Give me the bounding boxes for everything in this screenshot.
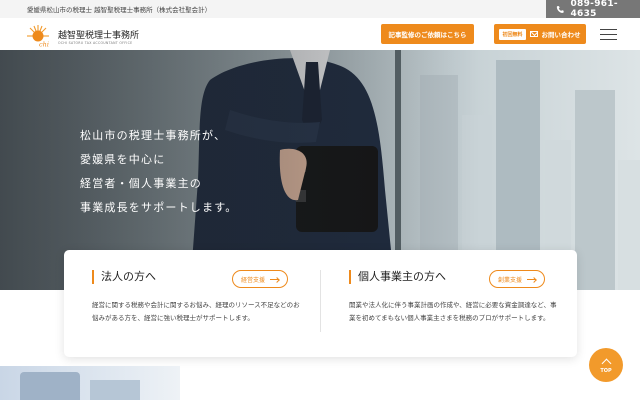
- individual-card-title: 個人事業主の方へ: [349, 270, 446, 284]
- management-support-label: 経営支援: [241, 276, 266, 284]
- corporate-card-title: 法人の方へ: [92, 270, 156, 284]
- service-cards: 法人の方へ 経営支援 経営に関する税務や会計に関するお悩み、経理のリソース不足な…: [64, 250, 577, 357]
- logo-mark-icon: chi: [26, 24, 54, 49]
- hero-line-2: 愛媛県を中心に: [80, 153, 166, 166]
- hero-copy: 松山市の税理士事務所が、 愛媛県を中心に 経営者・個人事業主の 事業成長をサポー…: [80, 124, 238, 220]
- mail-icon: [529, 31, 538, 37]
- logo-title: 越智聖税理士事務所: [58, 30, 140, 41]
- corporate-card-description: 経営に関する税務や会計に関するお悩み、経理のリソース不足などのお悩みがある方を、…: [92, 301, 300, 322]
- startup-support-button[interactable]: 創業支援: [489, 270, 546, 288]
- startup-support-label: 創業支援: [498, 276, 523, 284]
- site-header: chi 越智聖税理士事務所 OCHI SATORU TAX ACCOUNTANT…: [0, 18, 640, 50]
- logo-subtitle: OCHI SATORU TAX ACCOUNTANT OFFICE: [58, 40, 133, 45]
- contact-button[interactable]: 初回無料 お問い合わせ: [494, 24, 586, 44]
- arrow-right-icon: [527, 276, 537, 280]
- site-tagline: 愛媛県松山市の税理士 越智聖税理士事務所（株式会社聖会計）: [27, 6, 212, 14]
- chevron-up-icon: [601, 358, 611, 368]
- individual-card-description: 開業や法人化に伴う事業計画の作成や、経営に必要な資金調達など、事業を初めてまもな…: [349, 301, 557, 322]
- phone-icon: [556, 5, 564, 13]
- phone-number-link[interactable]: 089-961-4635: [546, 0, 640, 19]
- individual-card: 個人事業主の方へ 創業支援 開業や法人化に伴う事業計画の作成や、経営に必要な資金…: [321, 250, 577, 357]
- hamburger-menu-icon[interactable]: [600, 29, 617, 40]
- site-logo[interactable]: chi 越智聖税理士事務所 OCHI SATORU TAX ACCOUNTANT…: [26, 24, 140, 49]
- back-to-top-button[interactable]: TOP: [589, 348, 623, 382]
- supervision-request-label: 記事監修のご依頼はこちら: [388, 31, 467, 39]
- supervision-request-button[interactable]: 記事監修のご依頼はこちら: [381, 24, 474, 44]
- svg-text:chi: chi: [39, 41, 49, 49]
- section-photo: [0, 366, 180, 400]
- arrow-right-icon: [270, 276, 280, 280]
- top-strip: 愛媛県松山市の税理士 越智聖税理士事務所（株式会社聖会計） 089-961-46…: [0, 0, 640, 19]
- contact-label: お問い合わせ: [541, 31, 581, 39]
- hero-line-3: 経営者・個人事業主の: [80, 177, 202, 190]
- phone-number: 089-961-4635: [570, 0, 618, 19]
- corporate-card: 法人の方へ 経営支援 経営に関する税務や会計に関するお悩み、経理のリソース不足な…: [64, 250, 320, 357]
- hero-line-1: 松山市の税理士事務所が、: [80, 129, 227, 142]
- management-support-button[interactable]: 経営支援: [232, 270, 289, 288]
- free-consultation-badge: 初回無料: [499, 28, 526, 40]
- hero-line-4: 事業成長をサポートします。: [80, 201, 238, 214]
